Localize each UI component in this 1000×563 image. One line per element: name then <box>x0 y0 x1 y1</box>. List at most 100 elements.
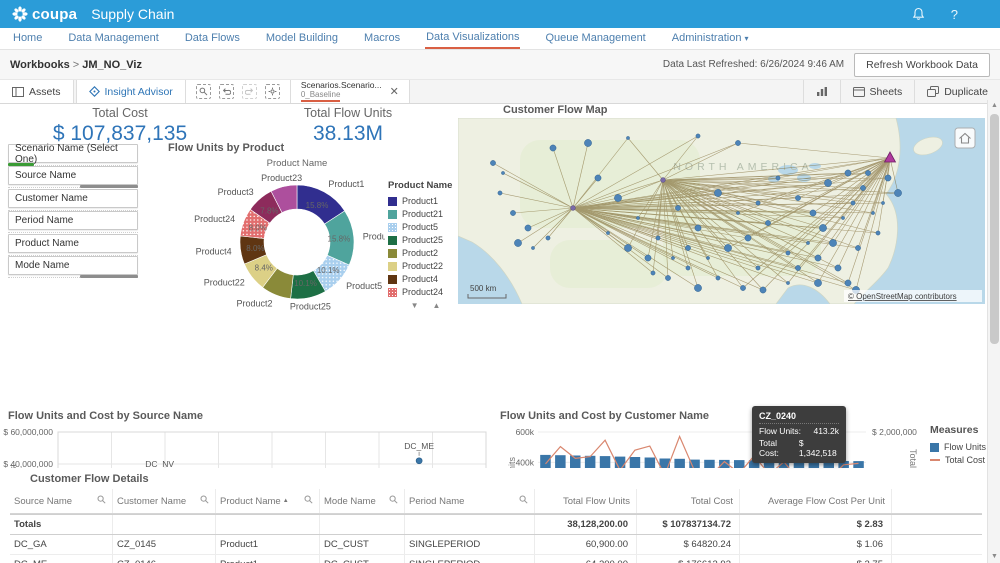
map-hub-node[interactable] <box>571 206 576 211</box>
map-node[interactable] <box>531 246 534 249</box>
search-icon[interactable] <box>97 495 106 507</box>
legend-item-product24[interactable]: Product24 <box>388 287 463 297</box>
customer-flow-map[interactable]: NORTH AMERICA500 km© OpenStreetMap contr… <box>458 118 985 304</box>
column-header-product-name[interactable]: Product Name▲ <box>216 489 320 513</box>
close-tab-icon[interactable]: ✕ <box>390 85 399 98</box>
page-scrollbar[interactable]: ▲ ▼ <box>987 100 1000 563</box>
map-node[interactable] <box>498 191 502 195</box>
map-node[interactable] <box>645 255 651 261</box>
map-node[interactable] <box>841 216 844 219</box>
column-header-mode-name[interactable]: Mode Name <box>320 489 405 513</box>
search-icon[interactable] <box>389 495 398 507</box>
map-node[interactable] <box>525 225 531 231</box>
map-node[interactable] <box>845 170 851 176</box>
map-node[interactable] <box>819 224 826 231</box>
redo-icon[interactable] <box>242 84 257 99</box>
scroll-down-icon[interactable]: ▼ <box>988 551 1000 563</box>
legend-item-product1[interactable]: Product1 <box>388 196 463 206</box>
column-header-customer-name[interactable]: Customer Name <box>113 489 216 513</box>
map-home-button[interactable] <box>955 128 975 148</box>
filter-scrollbar[interactable] <box>8 230 138 233</box>
legend-scroll-up-icon[interactable]: ▲ <box>433 301 441 310</box>
map-node[interactable] <box>810 210 816 216</box>
map-node[interactable] <box>776 176 780 180</box>
map-node[interactable] <box>795 195 800 200</box>
map-node[interactable] <box>695 225 701 231</box>
map-node[interactable] <box>724 244 731 251</box>
map-node[interactable] <box>694 284 701 291</box>
nav-item-data-visualizations[interactable]: Data Visualizations <box>425 28 520 49</box>
search-icon[interactable] <box>200 495 209 507</box>
map-node[interactable] <box>765 220 770 225</box>
breadcrumb[interactable]: Workbooks > JM_NO_Viz <box>10 59 142 71</box>
map-node[interactable] <box>490 160 495 165</box>
legend-item-flow-units[interactable]: Flow Units <box>930 442 986 452</box>
column-header-source-name[interactable]: Source Name <box>10 489 113 513</box>
map-node[interactable] <box>894 189 901 196</box>
scrollbar-thumb[interactable] <box>990 114 999 344</box>
filter-scrollbar[interactable] <box>8 275 138 278</box>
scroll-up-icon[interactable]: ▲ <box>988 100 1000 112</box>
map-node[interactable] <box>514 239 521 246</box>
undo-icon[interactable] <box>219 84 234 99</box>
map-node[interactable] <box>806 241 809 244</box>
legend-item-product25[interactable]: Product25 <box>388 235 463 245</box>
column-header-total-cost[interactable]: Total Cost <box>637 489 740 513</box>
map-node[interactable] <box>665 275 670 280</box>
map-node[interactable] <box>855 245 860 250</box>
map-node[interactable] <box>686 266 690 270</box>
zoom-selection-icon[interactable] <box>196 84 211 99</box>
map-node[interactable] <box>786 281 789 284</box>
nav-item-data-management[interactable]: Data Management <box>67 29 160 48</box>
map-node[interactable] <box>815 255 821 261</box>
sheet-tab-scenarios[interactable]: Scenarios.Scenario... 0_Baseline ✕ <box>291 80 410 103</box>
map-node[interactable] <box>786 251 790 255</box>
map-node[interactable] <box>871 211 874 214</box>
sheets-button[interactable]: Sheets <box>840 80 915 103</box>
map-node[interactable] <box>714 189 721 196</box>
nav-item-data-flows[interactable]: Data Flows <box>184 29 241 48</box>
column-header-average-flow-cost-per-unit[interactable]: Average Flow Cost Per Unit <box>740 489 892 513</box>
map-node[interactable] <box>756 266 760 270</box>
filter-period-name[interactable]: Period Name <box>8 211 138 230</box>
map-node[interactable] <box>501 171 504 174</box>
map-node[interactable] <box>706 256 709 259</box>
nav-item-model-building[interactable]: Model Building <box>265 29 339 48</box>
map-node[interactable] <box>735 140 740 145</box>
map-node[interactable] <box>550 145 556 151</box>
map-node[interactable] <box>745 235 751 241</box>
search-icon[interactable] <box>519 495 528 507</box>
breadcrumb-section[interactable]: Workbooks <box>10 59 70 71</box>
map-node[interactable] <box>756 201 760 205</box>
map-node[interactable] <box>845 280 851 286</box>
map-node[interactable] <box>814 279 821 286</box>
filter-scroll-thumb[interactable] <box>80 275 138 278</box>
filter-product-name[interactable]: Product Name <box>8 234 138 253</box>
sheet-settings-icon[interactable] <box>265 84 280 99</box>
help-icon[interactable]: ? <box>951 7 958 22</box>
nav-item-home[interactable]: Home <box>12 29 43 48</box>
nav-item-macros[interactable]: Macros <box>363 29 401 48</box>
map-node[interactable] <box>876 231 880 235</box>
legend-scroll-down-icon[interactable]: ▼ <box>411 301 419 310</box>
map-node[interactable] <box>651 271 655 275</box>
map-node[interactable] <box>675 205 680 210</box>
map-node[interactable] <box>885 175 891 181</box>
map-node[interactable] <box>624 244 631 251</box>
filter-mode-name[interactable]: Mode Name <box>8 256 138 275</box>
map-node[interactable] <box>546 236 550 240</box>
chart-view-button[interactable] <box>803 80 840 103</box>
map-node[interactable] <box>716 276 720 280</box>
map-node[interactable] <box>829 239 836 246</box>
map-node[interactable] <box>881 201 884 204</box>
filter-customer-name[interactable]: Customer Name <box>8 189 138 208</box>
legend-item-product2[interactable]: Product2 <box>388 248 463 258</box>
map-hub-node[interactable] <box>661 178 666 183</box>
nav-item-queue-management[interactable]: Queue Management <box>544 29 646 48</box>
filter-scenario-name-select-one-[interactable]: Scenario Name (Select One) <box>8 144 138 163</box>
search-icon[interactable] <box>304 495 313 507</box>
map-node[interactable] <box>626 136 629 139</box>
insight-advisor-button[interactable]: Insight Advisor <box>76 80 186 103</box>
map-node[interactable] <box>740 285 745 290</box>
map-attribution[interactable]: © OpenStreetMap contributors <box>848 292 957 301</box>
